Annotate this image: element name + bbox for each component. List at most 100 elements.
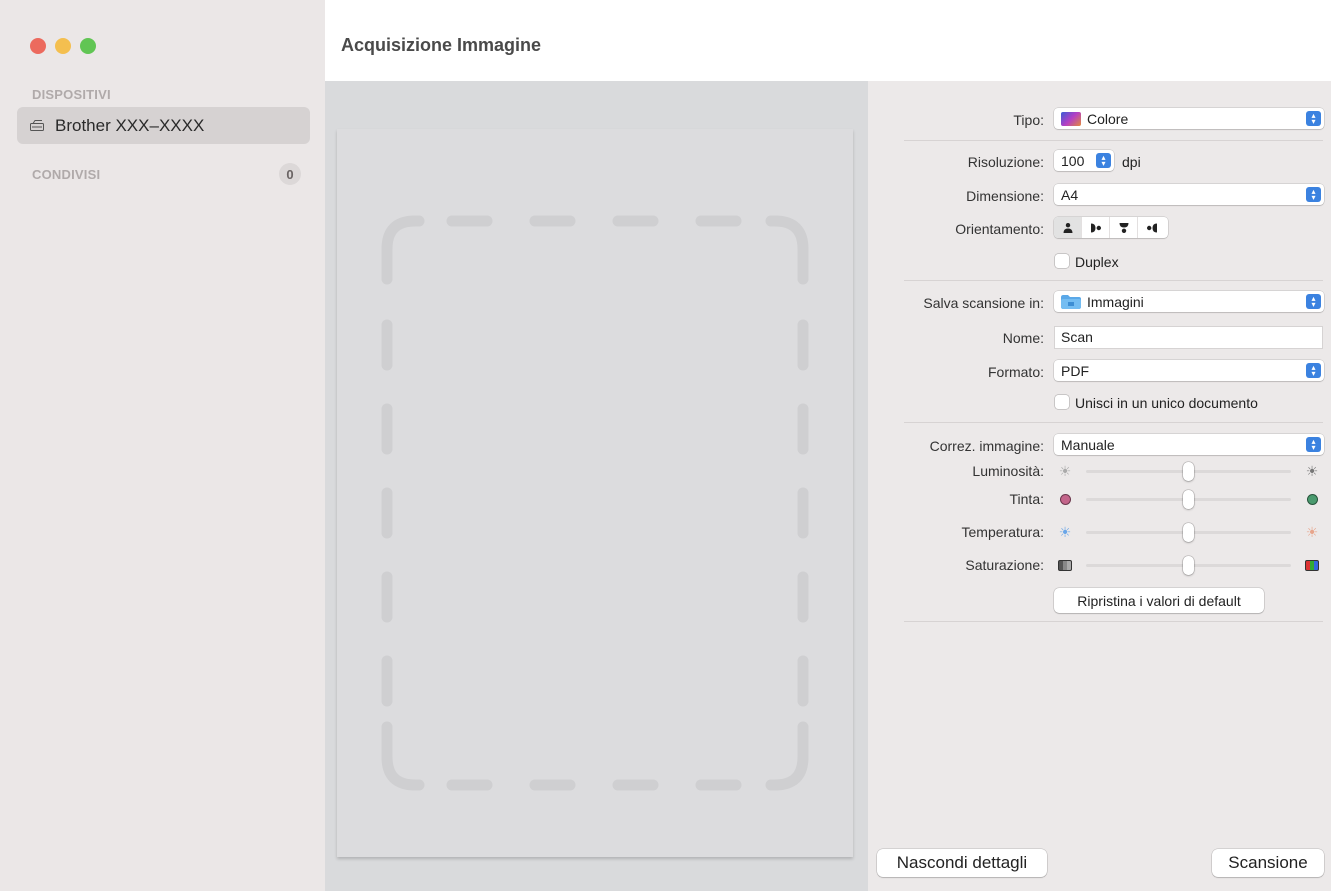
saturation-low-icon — [1057, 557, 1073, 573]
dpi-unit: dpi — [1122, 154, 1141, 170]
scan-placeholder-frame — [381, 215, 809, 791]
nome-input[interactable]: Scan — [1054, 326, 1323, 349]
dimensione-popup[interactable]: A4 ▴ ▾ — [1054, 184, 1324, 205]
tinta-slider[interactable] — [1086, 490, 1291, 509]
person-upright-icon — [1063, 222, 1072, 233]
chevron-updown-icon: ▴ ▾ — [1096, 153, 1111, 168]
tipo-value: Colore — [1087, 110, 1129, 127]
salva-popup[interactable]: Immagini ▴ ▾ — [1054, 291, 1324, 312]
saturation-high-icon — [1304, 557, 1320, 573]
duplex-label: Duplex — [1075, 254, 1119, 270]
risoluzione-label: Risoluzione: — [967, 154, 1044, 170]
scanner-icon — [30, 119, 44, 131]
tint-magenta-icon — [1057, 491, 1073, 507]
unisci-label: Unisci in un unico documento — [1075, 395, 1258, 411]
chevron-updown-icon: ▴ ▾ — [1306, 187, 1321, 202]
correz-popup[interactable]: Manuale ▴ ▾ — [1054, 434, 1324, 455]
salva-row: Salva scansione in: Immagini ▴ ▾ — [868, 291, 1331, 315]
sidebar: DISPOSITIVI Brother XXX–XXXX CONDIVISI 0 — [0, 0, 325, 891]
tint-green-icon — [1304, 491, 1320, 507]
dimensione-label: Dimensione: — [966, 188, 1044, 204]
formato-label: Formato: — [987, 364, 1044, 380]
nome-label: Nome: — [1002, 330, 1044, 346]
chevron-updown-icon: ▴ ▾ — [1306, 111, 1321, 126]
saturazione-label: Saturazione: — [965, 557, 1044, 573]
formato-value: PDF — [1061, 362, 1089, 379]
salva-label: Salva scansione in: — [923, 295, 1044, 311]
luminosita-label: Luminosità: — [972, 463, 1044, 479]
chevron-updown-icon: ▴ ▾ — [1306, 437, 1321, 452]
window-controls — [30, 38, 96, 54]
person-rotated-right-icon — [1147, 223, 1157, 232]
salva-value: Immagini — [1087, 293, 1144, 310]
scan-button[interactable]: Scansione — [1212, 849, 1324, 877]
divider — [904, 621, 1323, 622]
preview-page — [337, 129, 853, 857]
orientation-portrait-button[interactable] — [1054, 217, 1082, 238]
scan-preview-area[interactable] — [325, 81, 868, 891]
orientamento-row: Orientamento: — [868, 217, 1331, 241]
hide-details-button[interactable]: Nascondi dettagli — [877, 849, 1047, 877]
dimensione-value: A4 — [1061, 186, 1079, 203]
shared-count-badge: 0 — [279, 163, 301, 185]
risoluzione-popup[interactable]: 100 ▴ ▾ — [1054, 150, 1114, 171]
tinta-label: Tinta: — [1009, 491, 1045, 507]
temperatura-slider-knob[interactable] — [1183, 523, 1194, 542]
orientamento-label: Orientamento: — [955, 221, 1044, 237]
orientation-upside-down-button[interactable] — [1110, 217, 1138, 238]
tinta-slider-knob[interactable] — [1183, 490, 1194, 509]
divider — [904, 422, 1323, 423]
chevron-updown-icon: ▴ ▾ — [1306, 363, 1321, 378]
saturazione-row: Saturazione: — [868, 555, 1331, 575]
tipo-row: Tipo: Colore ▴ ▾ — [868, 108, 1331, 132]
luminosita-slider[interactable] — [1086, 462, 1291, 481]
person-upside-down-icon — [1119, 222, 1128, 233]
saturazione-slider[interactable] — [1086, 556, 1291, 575]
sun-high-icon: ☀ — [1305, 462, 1319, 479]
formato-row: Formato: PDF ▴ ▾ — [868, 360, 1331, 384]
folder-icon — [1061, 294, 1081, 309]
tinta-row: Tinta: — [868, 489, 1331, 509]
unisci-checkbox[interactable] — [1055, 395, 1069, 409]
risoluzione-row: Risoluzione: 100 ▴ ▾ dpi — [868, 150, 1331, 174]
reset-defaults-button[interactable]: Ripristina i valori di default — [1054, 588, 1264, 613]
color-image-icon — [1061, 111, 1081, 126]
title-bar: Acquisizione Immagine — [325, 0, 1331, 81]
saturazione-slider-knob[interactable] — [1183, 556, 1194, 575]
tipo-popup[interactable]: Colore ▴ ▾ — [1054, 108, 1324, 129]
minimize-window-button[interactable] — [55, 38, 71, 54]
nome-row: Nome: Scan — [868, 326, 1331, 350]
temperature-warm-icon: ☀ — [1305, 523, 1319, 540]
correz-label: Correz. immagine: — [929, 438, 1044, 454]
window-title: Acquisizione Immagine — [341, 35, 542, 55]
device-name: Brother XXX–XXXX — [55, 115, 205, 135]
devices-section-header: DISPOSITIVI — [32, 87, 111, 102]
unisci-row: Unisci in un unico documento — [868, 392, 1331, 416]
temperatura-label: Temperatura: — [961, 524, 1044, 540]
orientation-segmented-control — [1054, 217, 1168, 238]
dimensione-row: Dimensione: A4 ▴ ▾ — [868, 184, 1331, 208]
temperatura-row: Temperatura: ☀ ☀ — [868, 522, 1331, 542]
zoom-window-button[interactable] — [80, 38, 96, 54]
orientation-left-button[interactable] — [1082, 217, 1110, 238]
luminosita-slider-knob[interactable] — [1183, 462, 1194, 481]
correz-value: Manuale — [1061, 436, 1115, 453]
shared-section-header: CONDIVISI — [32, 167, 101, 182]
temperature-cool-icon: ☀ — [1058, 523, 1072, 540]
risoluzione-value: 100 — [1061, 152, 1085, 169]
close-window-button[interactable] — [30, 38, 46, 54]
sun-low-icon: ☀ — [1058, 462, 1072, 479]
chevron-updown-icon: ▴ ▾ — [1306, 294, 1321, 309]
duplex-checkbox[interactable] — [1055, 254, 1069, 268]
person-rotated-left-icon — [1090, 223, 1101, 232]
correz-row: Correz. immagine: Manuale ▴ ▾ — [868, 434, 1331, 458]
settings-panel: Tipo: Colore ▴ ▾ Risoluzione: 100 ▴ ▾ dpi … — [868, 81, 1331, 891]
divider — [904, 140, 1323, 141]
duplex-row: Duplex — [868, 251, 1331, 275]
orientation-right-button[interactable] — [1138, 217, 1166, 238]
formato-popup[interactable]: PDF ▴ ▾ — [1054, 360, 1324, 381]
tipo-label: Tipo: — [1013, 112, 1044, 128]
sidebar-item-device[interactable]: Brother XXX–XXXX — [17, 107, 310, 144]
luminosita-row: Luminosità: ☀ ☀ — [868, 461, 1331, 481]
temperatura-slider[interactable] — [1086, 523, 1291, 542]
